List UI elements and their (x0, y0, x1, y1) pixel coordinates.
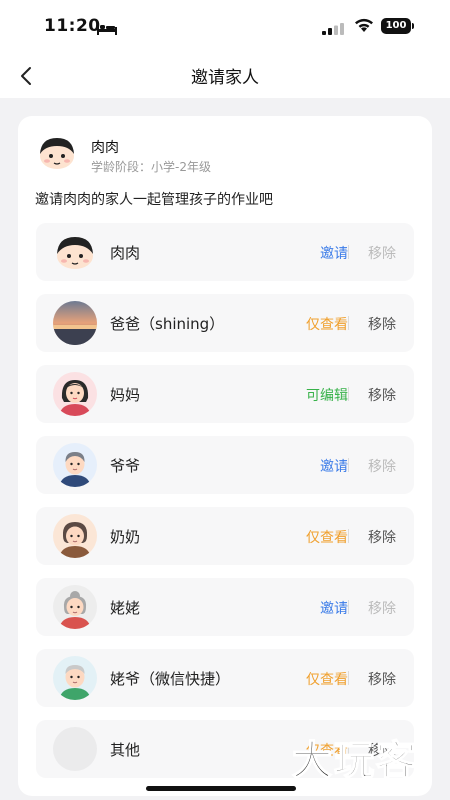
member-row: 爷爷 邀请 移除 (36, 436, 414, 494)
maternal-grandma-avatar (53, 585, 97, 629)
child-avatar (36, 132, 78, 174)
remove-button[interactable]: 移除 (368, 598, 396, 618)
divider (348, 600, 349, 614)
cell-signal-icon (322, 20, 344, 39)
grandma-avatar (53, 514, 97, 558)
battery-tip (412, 23, 414, 29)
member-row: 爸爸（shining） 仅查看 移除 (36, 294, 414, 352)
remove-button[interactable]: 移除 (368, 456, 396, 476)
remove-button[interactable]: 移除 (368, 527, 396, 547)
invite-intro-text: 邀请肉肉的家人一起管理孩子的作业吧 (35, 192, 273, 208)
top-bar: 11:20 100 邀请家人 (0, 0, 450, 98)
member-row: 姥姥 邀请 移除 (36, 578, 414, 636)
divider (348, 529, 349, 543)
wifi-icon (354, 18, 374, 37)
status-time: 11:20 (44, 16, 101, 36)
battery-icon: 100 (381, 18, 411, 34)
member-row: 姥爷（微信快捷） 仅查看 移除 (36, 649, 414, 707)
child-stage: 学龄阶段：小学-2年级 (91, 160, 211, 174)
mom-avatar (53, 372, 97, 416)
permission-button[interactable]: 可编辑 (306, 385, 348, 405)
divider (348, 316, 349, 330)
grandpa-avatar (53, 443, 97, 487)
status-bar: 11:20 100 (0, 0, 450, 54)
remove-button[interactable]: 移除 (368, 314, 396, 334)
member-row: 肉肉 邀请 移除 (36, 223, 414, 281)
invite-button[interactable]: 邀请 (320, 598, 348, 618)
watermark-logo: 大玩客 (291, 737, 418, 785)
member-name: 肉肉 (110, 244, 141, 262)
blank-avatar (53, 727, 97, 771)
member-name: 妈妈 (110, 386, 141, 404)
boy-cartoon-avatar (53, 230, 97, 274)
divider (348, 458, 349, 472)
member-name: 奶奶 (110, 528, 141, 546)
member-row: 妈妈 可编辑 移除 (36, 365, 414, 423)
remove-button[interactable]: 移除 (368, 669, 396, 689)
invite-button[interactable]: 邀请 (320, 243, 348, 263)
sleep-mode-icon (97, 20, 117, 39)
divider (348, 245, 349, 259)
member-name: 其他 (110, 741, 141, 759)
invite-button[interactable]: 邀请 (320, 456, 348, 476)
home-indicator (146, 786, 296, 791)
member-name: 爸爸（shining） (110, 315, 225, 333)
member-name: 爷爷 (110, 457, 141, 475)
child-name: 肉肉 (91, 140, 119, 156)
invite-card: 肉肉 学龄阶段：小学-2年级 邀请肉肉的家人一起管理孩子的作业吧 肉肉 邀请 移… (18, 116, 432, 796)
member-name: 姥爷（微信快捷） (110, 670, 231, 688)
permission-button[interactable]: 仅查看 (306, 314, 348, 334)
divider (348, 387, 349, 401)
divider (348, 671, 349, 685)
permission-button[interactable]: 仅查看 (306, 669, 348, 689)
remove-button[interactable]: 移除 (368, 385, 396, 405)
maternal-grandpa-avatar (53, 656, 97, 700)
sunset-photo-avatar (53, 301, 97, 345)
page-title: 邀请家人 (191, 68, 259, 88)
member-name: 姥姥 (110, 599, 141, 617)
remove-button[interactable]: 移除 (368, 243, 396, 263)
member-row: 奶奶 仅查看 移除 (36, 507, 414, 565)
permission-button[interactable]: 仅查看 (306, 527, 348, 547)
